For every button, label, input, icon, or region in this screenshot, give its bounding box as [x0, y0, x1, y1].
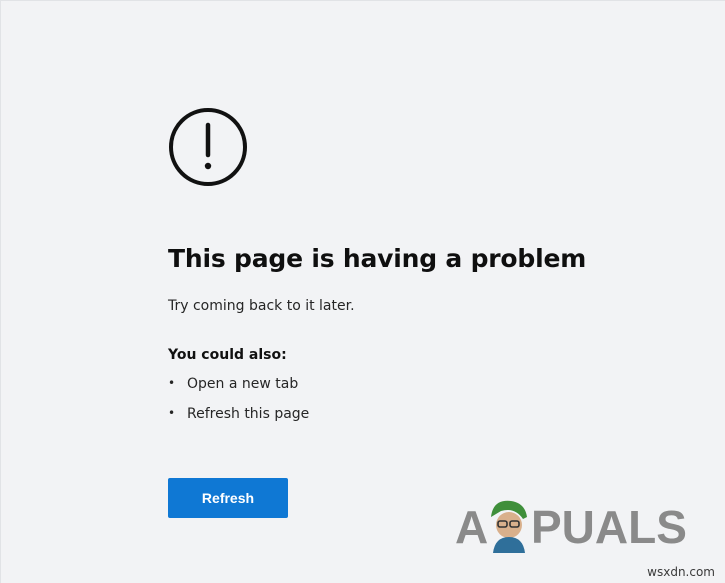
exclamation-circle-icon [169, 108, 247, 186]
bullet-icon: • [168, 376, 176, 390]
appuals-logo: A PUALS [455, 500, 687, 553]
list-item: • Refresh this page [168, 405, 608, 435]
page-title: This page is having a problem [168, 244, 587, 273]
options-heading: You could also: [168, 347, 287, 363]
option-refresh-page: Refresh this page [187, 406, 310, 422]
option-open-new-tab: Open a new tab [187, 376, 299, 392]
watermark-letter-a: A [455, 501, 488, 553]
error-content: This page is having a problem Try coming… [168, 107, 608, 435]
mascot-icon [491, 500, 527, 553]
error-page: This page is having a problem Try coming… [0, 0, 725, 583]
error-subtitle: Try coming back to it later. [168, 298, 355, 314]
bullet-icon: • [168, 406, 176, 420]
list-item: • Open a new tab [168, 375, 608, 405]
site-credit: wsxdn.com [647, 565, 715, 579]
watermark-letters: PUALS [531, 501, 687, 553]
refresh-button[interactable]: Refresh [168, 478, 288, 518]
options-list: • Open a new tab • Refresh this page [168, 375, 608, 435]
